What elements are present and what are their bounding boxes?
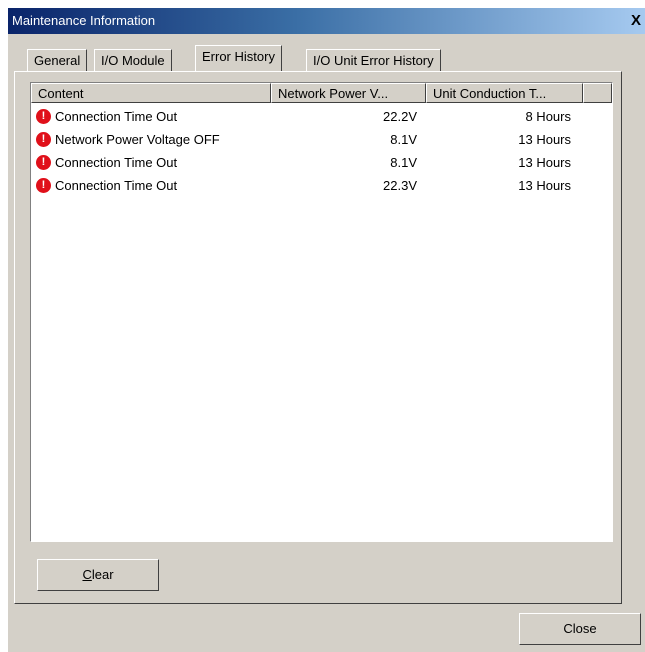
tab-general[interactable]: General xyxy=(27,49,88,71)
list-header: Content Network Power V... Unit Conducti… xyxy=(31,83,612,103)
error-icon: ! xyxy=(36,109,51,124)
close-icon[interactable]: X xyxy=(628,11,644,31)
tab-io-module[interactable]: I/O Module xyxy=(94,49,172,71)
tab-io-unit-error-history[interactable]: I/O Unit Error History xyxy=(306,49,441,71)
cell-content: Connection Time Out xyxy=(55,178,178,193)
clear-label: lear xyxy=(91,567,114,582)
cell-network-power-voltage: 22.3V xyxy=(383,178,417,193)
table-row[interactable]: ! Connection Time Out 8.1V 13 Hours xyxy=(31,151,579,174)
cell-network-power-voltage: 8.1V xyxy=(390,132,417,147)
clear-button[interactable]: Clear xyxy=(37,559,159,591)
cell-unit-conduction-time: 13 Hours xyxy=(518,155,571,170)
table-row[interactable]: ! Connection Time Out 22.3V 13 Hours xyxy=(31,174,579,197)
cell-content: Network Power Voltage OFF xyxy=(55,132,220,147)
clear-mnemonic: C xyxy=(82,567,92,582)
cell-unit-conduction-time: 13 Hours xyxy=(518,132,571,147)
tab-error-history[interactable]: Error History xyxy=(195,45,282,71)
column-header-content[interactable]: Content xyxy=(31,83,271,103)
close-button[interactable]: Close xyxy=(519,613,641,645)
error-icon: ! xyxy=(36,155,51,170)
error-icon: ! xyxy=(36,132,51,147)
column-header-unit-conduction-time[interactable]: Unit Conduction T... xyxy=(426,83,583,103)
error-icon: ! xyxy=(36,178,51,193)
error-history-list[interactable]: Content Network Power V... Unit Conducti… xyxy=(30,82,613,542)
cell-network-power-voltage: 22.2V xyxy=(383,109,417,124)
table-row[interactable]: ! Connection Time Out 22.2V 8 Hours xyxy=(31,105,579,128)
cell-content: Connection Time Out xyxy=(55,155,178,170)
column-header-filler xyxy=(583,83,612,103)
cell-content: Connection Time Out xyxy=(55,109,178,124)
table-row[interactable]: ! Network Power Voltage OFF 8.1V 13 Hours xyxy=(31,128,579,151)
cell-network-power-voltage: 8.1V xyxy=(390,155,417,170)
cell-unit-conduction-time: 8 Hours xyxy=(525,109,571,124)
window-title: Maintenance Information xyxy=(12,13,156,28)
title-bar[interactable]: Maintenance Information X xyxy=(8,8,645,34)
cell-unit-conduction-time: 13 Hours xyxy=(518,178,571,193)
column-header-network-power-voltage[interactable]: Network Power V... xyxy=(271,83,426,103)
